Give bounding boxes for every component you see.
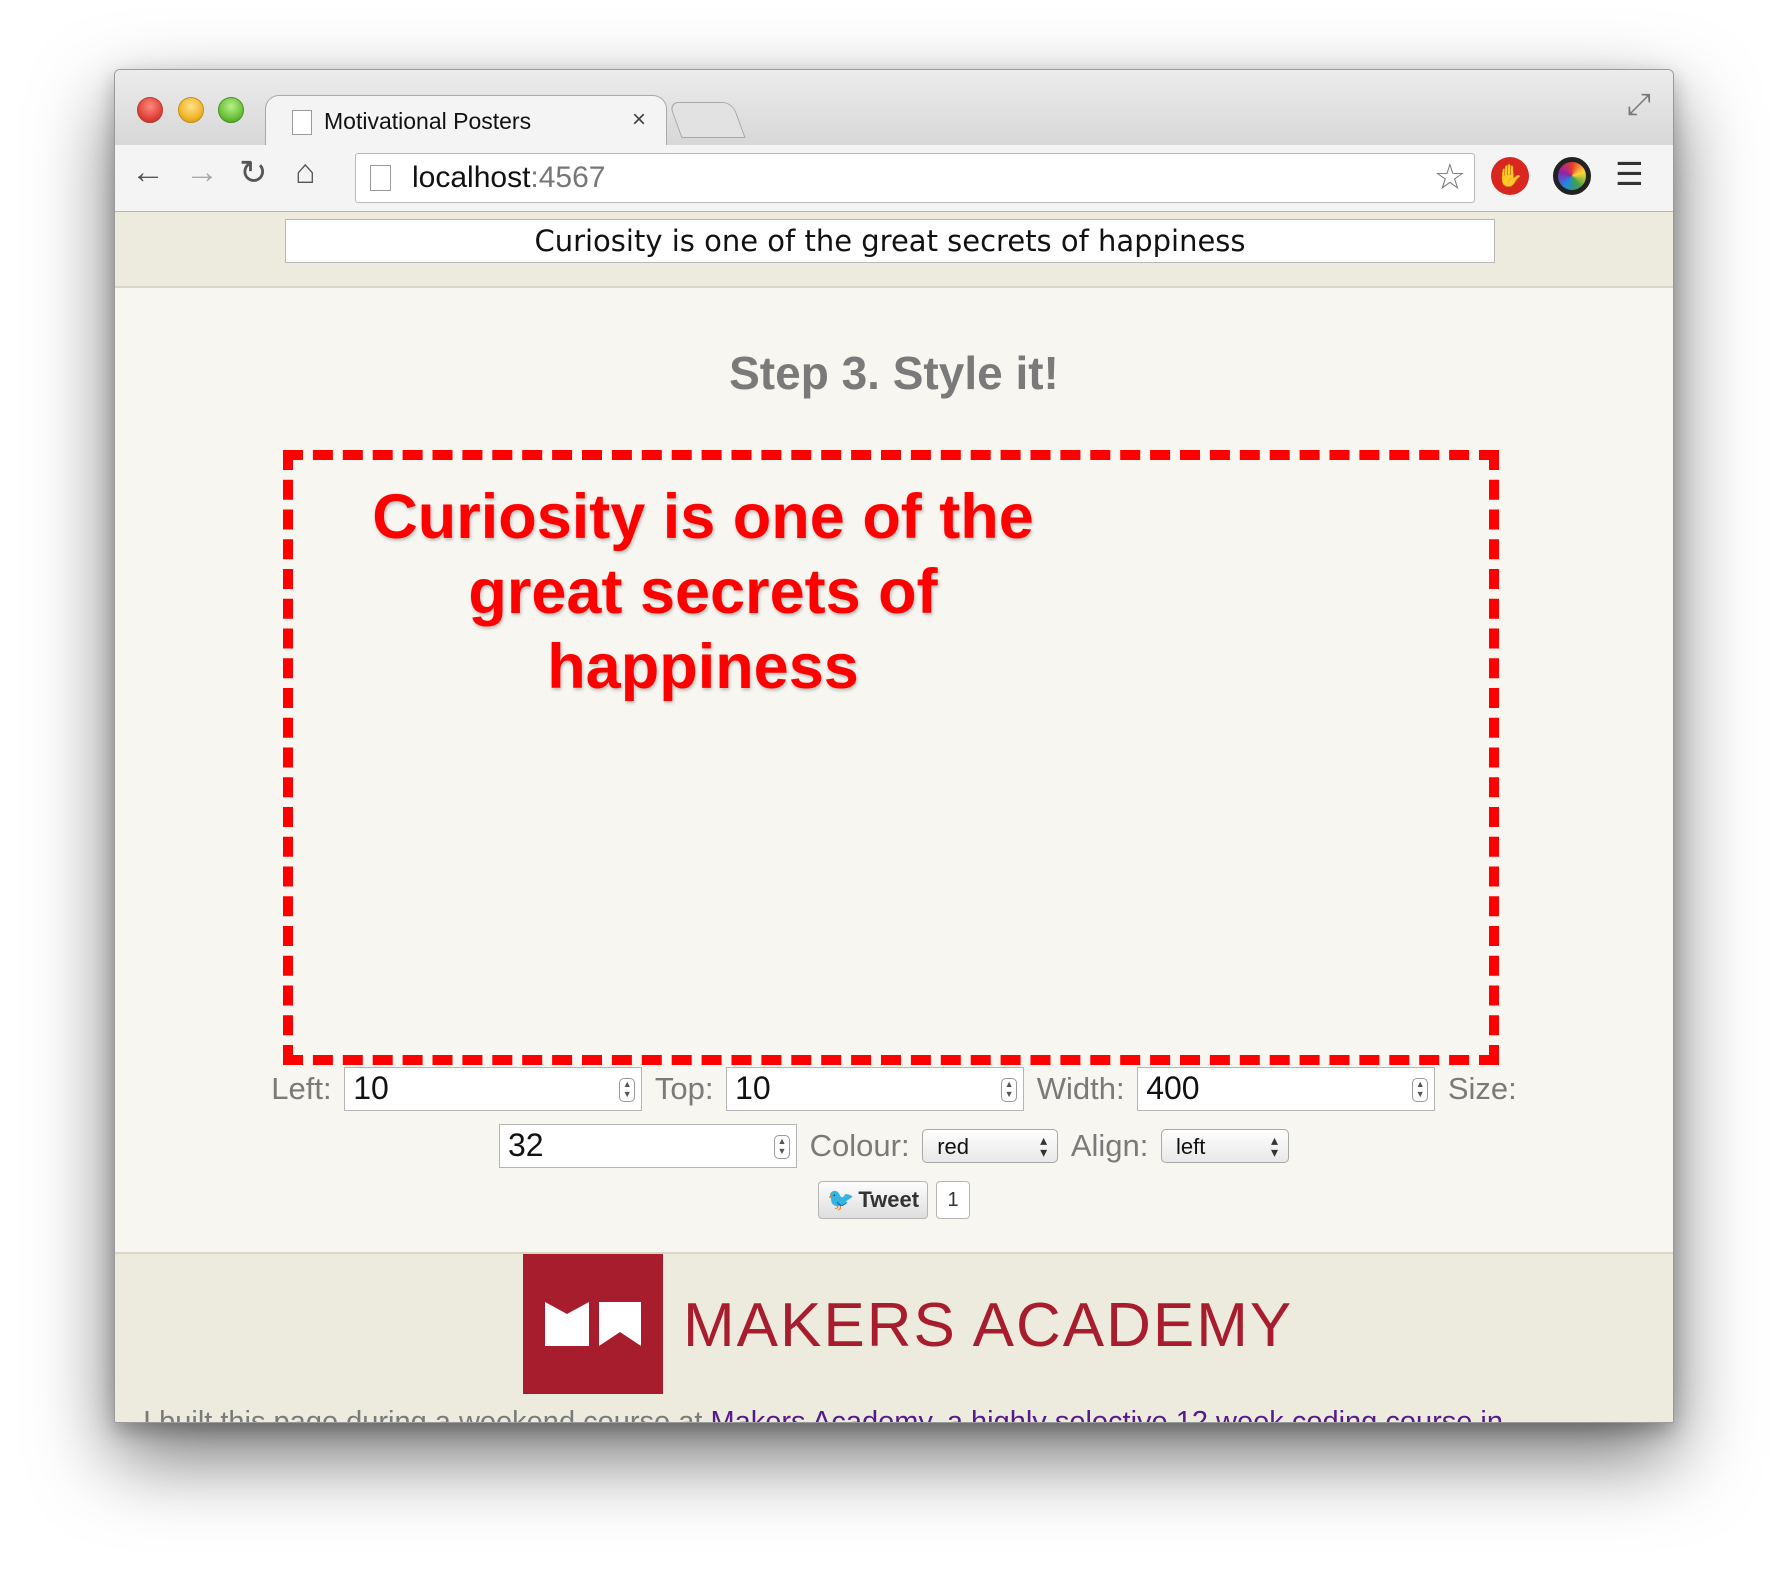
top-input[interactable]: 10 ▲ ▼ bbox=[726, 1067, 1025, 1111]
url-host: localhost bbox=[412, 161, 531, 194]
top-value: 10 bbox=[735, 1070, 771, 1106]
browser-tab[interactable]: Motivational Posters × bbox=[265, 95, 667, 147]
fullscreen-icon[interactable]: ⤢ bbox=[1627, 88, 1651, 122]
poster-line: great secrets of bbox=[468, 557, 938, 627]
twitter-bird-icon: 🐦 bbox=[826, 1187, 855, 1212]
tweet-area: 🐦 Tweet 1 bbox=[115, 1181, 1673, 1219]
browser-window: Motivational Posters × ⤢ ← → ↻ ⌂ localho… bbox=[114, 69, 1674, 1423]
stepper-icon[interactable]: ▲ ▼ bbox=[1001, 1078, 1018, 1102]
footer-text: I built this page during a weekend cours… bbox=[143, 1406, 1503, 1423]
poster-preview: Curiosity is one of the great secrets of… bbox=[283, 450, 1499, 1065]
footer: MAKERS ACADEMY I built this page during … bbox=[115, 1252, 1673, 1423]
left-label: Left: bbox=[271, 1071, 332, 1106]
width-label: Width: bbox=[1036, 1071, 1125, 1106]
stepper-icon[interactable]: ▲ ▼ bbox=[1412, 1078, 1429, 1102]
zoom-window-button[interactable] bbox=[218, 97, 244, 123]
url-text: localhost:4567 bbox=[412, 161, 605, 195]
color-extension-icon[interactable] bbox=[1553, 157, 1591, 195]
width-value: 400 bbox=[1146, 1070, 1200, 1106]
url-port: :4567 bbox=[530, 161, 606, 194]
step-title: Step 3. Style it! bbox=[729, 347, 1059, 399]
tweet-button[interactable]: 🐦 Tweet bbox=[817, 1181, 929, 1219]
stepper-icon[interactable]: ▲ ▼ bbox=[619, 1078, 636, 1102]
home-icon[interactable]: ⌂ bbox=[295, 153, 316, 192]
address-bar[interactable]: localhost:4567 ☆ bbox=[355, 153, 1475, 203]
poster-line: Curiosity is one of the bbox=[372, 482, 1034, 552]
left-input[interactable]: 10 ▲ ▼ bbox=[344, 1067, 643, 1111]
makers-logo-text: MAKERS ACADEMY bbox=[683, 1291, 1294, 1360]
select-arrows-icon: ▴ ▾ bbox=[1040, 1132, 1048, 1160]
minimize-window-button[interactable] bbox=[178, 97, 204, 123]
quote-bar bbox=[115, 212, 1673, 288]
colour-value: red bbox=[937, 1134, 969, 1159]
page-icon bbox=[370, 165, 391, 191]
select-arrows-icon: ▴ ▾ bbox=[1270, 1132, 1278, 1160]
width-input[interactable]: 400 ▲ ▼ bbox=[1137, 1067, 1436, 1111]
browser-toolbar: ← → ↻ ⌂ localhost:4567 ☆ ✋ ☰ bbox=[115, 145, 1673, 212]
align-label: Align: bbox=[1070, 1128, 1149, 1163]
tab-title: Motivational Posters bbox=[324, 108, 532, 134]
reload-icon[interactable]: ↻ bbox=[239, 153, 268, 193]
colour-select[interactable]: red ▴ ▾ bbox=[922, 1129, 1059, 1163]
poster-line: happiness bbox=[547, 632, 859, 702]
makers-logo-mark bbox=[523, 1254, 663, 1394]
align-value: left bbox=[1175, 1134, 1206, 1159]
close-window-button[interactable] bbox=[137, 97, 163, 123]
title-bar: Motivational Posters × ⤢ bbox=[115, 70, 1673, 147]
close-tab-icon[interactable]: × bbox=[632, 106, 646, 134]
size-input[interactable]: 32 ▲ ▼ bbox=[499, 1124, 797, 1168]
page-content: Step 3. Style it! Curiosity is one of th… bbox=[115, 212, 1673, 1422]
colour-label: Colour: bbox=[809, 1128, 910, 1163]
left-value: 10 bbox=[353, 1070, 389, 1106]
adblock-extension-icon[interactable]: ✋ bbox=[1491, 157, 1529, 195]
style-controls-row-2: 32 ▲ ▼ Colour: red ▴ ▾ Align: left ▴ ▾ bbox=[115, 1124, 1673, 1168]
size-label: Size: bbox=[1447, 1071, 1517, 1106]
tweet-label: Tweet bbox=[858, 1187, 920, 1212]
size-value: 32 bbox=[508, 1127, 544, 1163]
page-icon bbox=[292, 110, 312, 135]
new-tab-button[interactable] bbox=[668, 102, 746, 138]
back-arrow-icon[interactable]: ← bbox=[131, 153, 165, 192]
align-select[interactable]: left ▴ ▾ bbox=[1160, 1129, 1289, 1163]
makers-logo-icon bbox=[545, 1302, 641, 1346]
top-label: Top: bbox=[654, 1071, 714, 1106]
quote-input[interactable] bbox=[285, 219, 1495, 263]
makers-academy-link[interactable]: Makers Academy, a highly selective 12 we… bbox=[710, 1406, 1503, 1422]
footer-text-prefix: I built this page during a weekend cours… bbox=[143, 1406, 711, 1423]
poster-text: Curiosity is one of the great secrets of… bbox=[303, 480, 1103, 705]
bookmark-star-icon[interactable]: ☆ bbox=[1434, 156, 1466, 198]
tweet-count: 1 bbox=[936, 1181, 971, 1219]
forward-arrow-icon[interactable]: → bbox=[185, 153, 219, 192]
stepper-icon[interactable]: ▲ ▼ bbox=[774, 1135, 790, 1159]
style-controls-row-1: Left: 10 ▲ ▼ Top: 10 ▲ ▼ Width: 400 ▲ ▼ Size: bbox=[115, 1067, 1673, 1111]
menu-icon[interactable]: ☰ bbox=[1615, 155, 1644, 193]
